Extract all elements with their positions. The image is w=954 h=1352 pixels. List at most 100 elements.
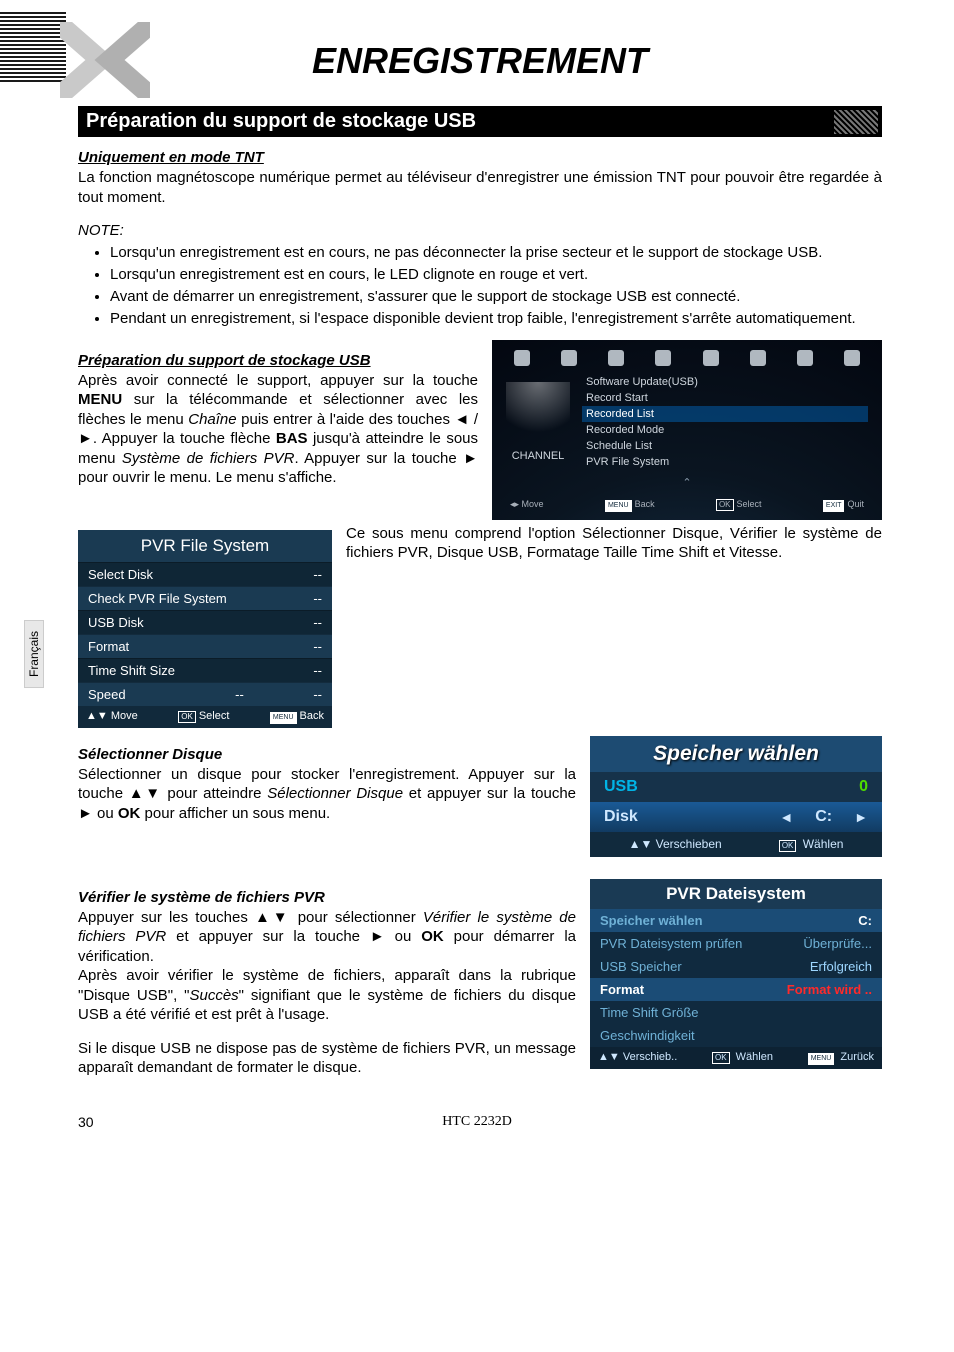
select-disk-text: Sélectionner un disque pour stocker l'en…: [78, 765, 576, 824]
speicher-row-usb[interactable]: USB 0: [590, 772, 882, 802]
pvr-footer: ▲▼ Move OKSelect MENUBack: [78, 706, 332, 728]
txt: pour afficher un sous menu.: [140, 805, 330, 822]
txt: et appuyer sur la touche ► ou: [166, 928, 421, 945]
label: PVR Dateisystem prüfen: [600, 936, 742, 951]
osd-footer-quit: EXITQuit: [823, 499, 864, 512]
txt: Quit: [847, 499, 864, 509]
mode-tnt-heading: Uniquement en mode TNT: [78, 149, 882, 166]
val: --: [313, 663, 322, 678]
label: Format: [88, 639, 129, 654]
osd-menu-item[interactable]: PVR File System: [582, 454, 868, 470]
left-arrow-icon[interactable]: ◄: [779, 809, 793, 825]
txt: Back: [300, 710, 324, 722]
val: --: [313, 567, 322, 582]
osd-menu-item-highlight[interactable]: Recorded List: [582, 406, 868, 422]
label: Geschwindigkeit: [600, 1028, 695, 1043]
mode-tnt-text: La fonction magnétoscope numérique perme…: [78, 168, 882, 207]
val: --: [313, 639, 322, 654]
pvr-row[interactable]: Format --: [78, 634, 332, 658]
verify-heading: Vérifier le système de fichiers PVR: [78, 889, 576, 906]
val: Überprüfe...: [803, 936, 872, 951]
syspvr-label: Système de fichiers PVR: [122, 450, 295, 467]
page-number: 30: [78, 1114, 94, 1130]
label: Speed: [88, 687, 126, 702]
menu-key: MENU: [78, 391, 122, 408]
pvr-row[interactable]: Check PVR File System --: [78, 586, 332, 610]
label: Format: [600, 982, 644, 997]
datei-row[interactable]: Format Format wird ..: [590, 978, 882, 1001]
speicher-panel: Speicher wählen USB 0 Disk ◄ C: ► ▲▼ Ver…: [590, 736, 882, 857]
osd-menu-item[interactable]: Recorded Mode: [582, 422, 868, 438]
osd-icon: [797, 350, 813, 366]
txt: Move: [522, 499, 544, 509]
datei-row[interactable]: Time Shift Größe: [590, 1001, 882, 1024]
pvr-row[interactable]: Time Shift Size --: [78, 658, 332, 682]
osd-icon: [703, 350, 719, 366]
footer-move: ▲▼ Verschieben: [629, 837, 722, 852]
txt: Wählen: [803, 837, 844, 851]
txt: Wählen: [736, 1051, 773, 1063]
osd-menu-item[interactable]: Record Start: [582, 390, 868, 406]
footer-move: ▲▼ Move: [86, 710, 138, 724]
osd-icon: [750, 350, 766, 366]
pvr-row[interactable]: USB Disk --: [78, 610, 332, 634]
label: Disk: [604, 808, 638, 826]
osd-menu-item[interactable]: Schedule List: [582, 438, 868, 454]
footer-back: MENU Zurück: [808, 1051, 874, 1065]
label: Speicher wählen: [600, 913, 703, 928]
datei-title: PVR Dateisystem: [590, 879, 882, 909]
txt: Zurück: [840, 1051, 874, 1063]
footer-select: OK Wählen: [779, 837, 844, 852]
label: Time Shift Größe: [600, 1005, 698, 1020]
datei-row[interactable]: Speicher wählen C:: [590, 909, 882, 932]
select-disk-heading: Sélectionner Disque: [78, 746, 576, 763]
prep-heading: Préparation du support de stockage USB: [78, 352, 478, 369]
italic: Sélectionner Disque: [267, 785, 403, 802]
pvr-row[interactable]: Select Disk --: [78, 562, 332, 586]
label: USB Speicher: [600, 959, 682, 974]
datei-panel: PVR Dateisystem Speicher wählen C: PVR Da…: [590, 879, 882, 1069]
pvr-title: PVR File System: [78, 530, 332, 562]
label: USB Disk: [88, 615, 144, 630]
val: --: [313, 591, 322, 606]
val: 0: [859, 778, 868, 796]
datei-row[interactable]: PVR Dateisystem prüfen Überprüfe...: [590, 932, 882, 955]
chaine-label: Chaîne: [188, 411, 236, 428]
val: Format wird ..: [787, 982, 872, 997]
page-title: ENREGISTREMENT: [78, 40, 882, 82]
label: Time Shift Size: [88, 663, 175, 678]
pvr-row[interactable]: Speed----: [78, 682, 332, 706]
val: C:: [858, 913, 872, 928]
val: --: [313, 615, 322, 630]
right-arrow-icon[interactable]: ►: [854, 809, 868, 825]
footer-back: MENUBack: [270, 710, 324, 724]
channel-icon: [506, 382, 570, 446]
model-number: HTC 2232D: [442, 1114, 512, 1130]
note-item: Avant de démarrer un enregistrement, s'a…: [110, 287, 882, 307]
speicher-row-disk[interactable]: Disk ◄ C: ►: [590, 802, 882, 832]
osd-footer: ◂▸ Move MENUBack OKSelect EXITQuit: [506, 499, 868, 512]
speicher-footer: ▲▼ Verschieben OK Wählen: [590, 832, 882, 857]
notes-list: Lorsqu'un enregistrement est en cours, n…: [78, 243, 882, 330]
val: --: [313, 687, 322, 702]
label: Check PVR File System: [88, 591, 227, 606]
datei-row[interactable]: USB SpeicherErfolgreich: [590, 955, 882, 978]
osd-icon: [844, 350, 860, 366]
datei-row[interactable]: Geschwindigkeit: [590, 1024, 882, 1047]
datei-footer: ▲▼ Verschieb.. OK Wählen MENU Zurück: [590, 1047, 882, 1069]
osd-footer-back: MENUBack: [605, 499, 655, 512]
osd-menu-item[interactable]: Software Update(USB): [582, 374, 868, 390]
txt: Verschieben: [656, 837, 722, 851]
chevron-up-icon: ⌃: [506, 476, 868, 489]
osd-screenshot: CHANNEL Software Update(USB) Record Star…: [492, 340, 882, 520]
verify-para1: Appuyer sur les touches ▲▼ pour sélectio…: [78, 908, 576, 967]
bas-key: BAS: [276, 430, 308, 447]
ok-key: OK: [118, 805, 141, 822]
note-item: Lorsqu'un enregistrement est en cours, n…: [110, 243, 882, 263]
txt: Back: [635, 499, 655, 509]
italic: Succès: [189, 987, 238, 1004]
verify-para2: Après avoir vérifier le système de fichi…: [78, 966, 576, 1025]
pvr-file-system-table: PVR File System Select Disk -- Check PVR …: [78, 530, 332, 728]
label: Select Disk: [88, 567, 153, 582]
txt: Select: [737, 499, 762, 509]
